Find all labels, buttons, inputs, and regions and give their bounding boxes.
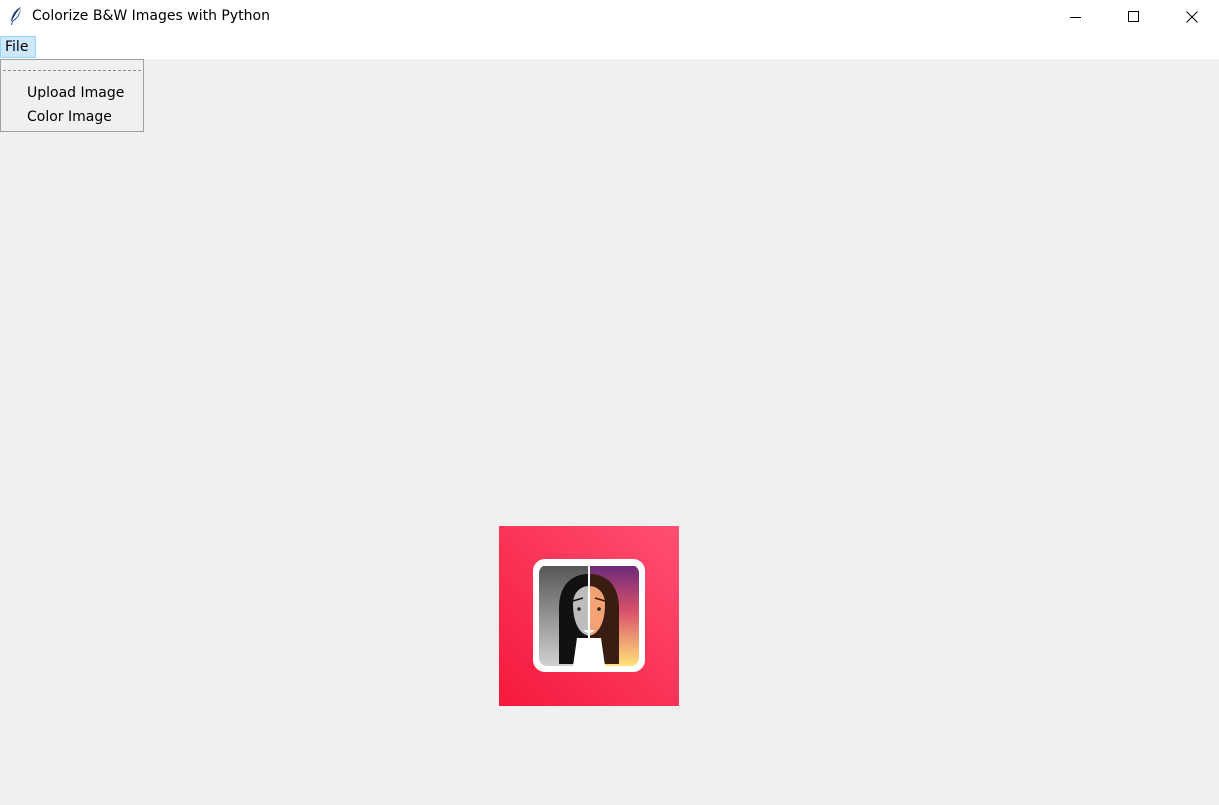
maximize-button[interactable] bbox=[1105, 0, 1163, 33]
close-icon bbox=[1186, 10, 1198, 23]
title-bar: Colorize B&W Images with Python bbox=[0, 0, 1219, 35]
menu-bar: File bbox=[0, 35, 1219, 59]
menu-file[interactable]: File bbox=[0, 36, 36, 58]
maximize-icon bbox=[1128, 10, 1139, 22]
colorize-face-icon bbox=[499, 526, 679, 706]
minimize-icon bbox=[1070, 16, 1081, 18]
feather-icon bbox=[11, 7, 21, 25]
menu-item-color-image[interactable]: Color Image bbox=[27, 109, 112, 125]
menu-item-upload-image[interactable]: Upload Image bbox=[27, 85, 124, 101]
app-window: Colorize B&W Images with Python File Upl… bbox=[0, 0, 1219, 805]
tearoff-line[interactable] bbox=[3, 70, 141, 71]
file-dropdown-menu: Upload Image Color Image bbox=[0, 59, 144, 132]
window-title: Colorize B&W Images with Python bbox=[32, 8, 270, 24]
minimize-button[interactable] bbox=[1047, 0, 1105, 33]
close-button[interactable] bbox=[1163, 0, 1219, 33]
